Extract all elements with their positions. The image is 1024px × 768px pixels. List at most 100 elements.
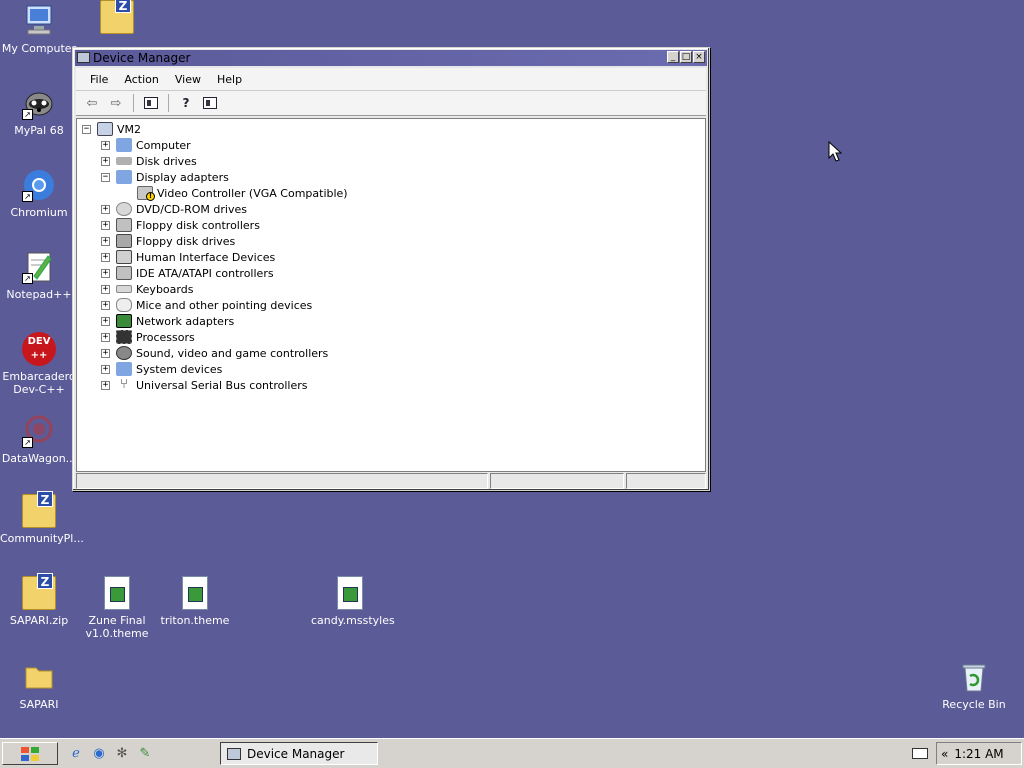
expand-icon[interactable]: + [101,252,110,262]
mouse-icon [116,298,132,312]
show-hide-console-tree-button[interactable] [141,94,161,112]
expand-icon[interactable]: + [101,380,110,390]
expand-icon[interactable]: + [101,284,110,294]
tree-item-system-devices[interactable]: + System devices [101,361,222,377]
clock-time: 1:21 AM [954,746,1004,761]
desktop-icon-label: Zune Final v1.0.theme [85,614,149,640]
desktop-icon-chromium[interactable]: ↗ Chromium [0,168,78,219]
tree-root-label: VM2 [117,122,142,136]
minimize-button[interactable]: _ [667,51,679,63]
device-manager-window[interactable]: Device Manager _ □ × File Action View He… [72,47,710,491]
status-pane-main [76,473,488,489]
devcpp-icon: DEV ++ [22,332,56,366]
desktop-icon-my-computer[interactable]: My Computer [0,4,78,55]
desktop-icon-communitypl[interactable]: Z CommunityPl... [0,491,84,545]
back-arrow-icon[interactable]: ⇦ [82,94,102,112]
keyboard-layout-icon[interactable] [912,748,928,759]
tree-item-floppy-drives[interactable]: + Floppy disk drives [101,233,235,249]
tree-item-network-adapters[interactable]: + Network adapters [101,313,234,329]
raccoon-quicklaunch-icon[interactable]: ✻ [114,746,130,762]
desktop-icon-devcpp[interactable]: DEV ++ Embarcadero Dev-C++ [0,332,78,396]
properties-icon [203,97,217,109]
desktop-icon-sapari-folder[interactable]: SAPARI [0,660,78,711]
expand-icon[interactable]: + [101,316,110,326]
tree-item-computer[interactable]: + Computer [101,137,191,153]
menu-action[interactable]: Action [116,73,166,86]
desktop-icon-zip-top[interactable]: Z [78,0,156,38]
window-title: Device Manager [93,51,191,65]
expand-icon[interactable]: + [101,236,110,246]
system-clock[interactable]: 1:21 AM [936,742,1022,765]
menu-view[interactable]: View [167,73,209,86]
maximize-button[interactable]: □ [680,51,692,63]
expand-icon[interactable]: + [101,300,110,310]
desktop-icon-notepadpp[interactable]: ↗ Notepad++ [0,250,78,301]
desktop-icon-triton-theme[interactable]: triton.theme [156,576,234,627]
browser-quicklaunch-icon[interactable]: ◉ [91,746,107,762]
menu-file[interactable]: File [82,73,116,86]
keyboard-icon [116,285,132,293]
tree-item-label: System devices [136,362,223,376]
expand-icon[interactable]: + [101,204,110,214]
expand-icon[interactable]: + [101,268,110,278]
shortcut-arrow-icon: ↗ [22,437,33,448]
taskbar-button-device-manager[interactable]: Device Manager [220,742,378,765]
expand-icon[interactable]: + [101,140,110,150]
tree-item-mice[interactable]: + Mice and other pointing devices [101,297,312,313]
computer-icon [22,4,56,38]
menu-help[interactable]: Help [209,73,250,86]
collapse-icon[interactable]: − [82,124,91,134]
shortcut-arrow-icon: ↗ [22,273,33,284]
desktop-icon-recycle-bin[interactable]: Recycle Bin [935,660,1013,711]
tree-item-display-adapters[interactable]: − Display adapters [101,169,229,185]
desktop-icon-sapari-zip[interactable]: Z SAPARI.zip [0,573,78,627]
expand-icon[interactable]: + [101,348,110,358]
expand-icon[interactable]: + [101,220,110,230]
tree-item-ide-controllers[interactable]: + IDE ATA/ATAPI controllers [101,265,274,281]
tree-root[interactable]: − VM2 [82,121,141,137]
console-tree-icon [144,97,158,109]
desktop-icon-label: My Computer [1,42,77,55]
tree-item-label: Human Interface Devices [136,250,276,264]
toolbar-separator [133,94,134,112]
status-pane-middle [490,473,624,489]
usb-icon: ⑂ [120,377,128,392]
desktop-icon-mypal[interactable]: ↗ MyPal 68 [0,86,78,137]
tree-item-label: Universal Serial Bus controllers [136,378,308,392]
tree-item-sound[interactable]: + Sound, video and game controllers [101,345,328,361]
internet-explorer-icon[interactable]: ℯ [68,746,84,762]
start-button[interactable] [2,742,58,765]
tree-item-keyboards[interactable]: + Keyboards [101,281,193,297]
notepad-quicklaunch-icon[interactable]: ✎ [137,746,153,762]
expand-icon[interactable]: + [101,364,110,374]
toolbar-separator [168,94,169,112]
tree-item-dvd-cdrom[interactable]: + DVD/CD-ROM drives [101,201,247,217]
forward-arrow-icon[interactable]: ⇨ [106,94,126,112]
tree-item-processors[interactable]: + Processors [101,329,195,345]
help-button[interactable]: ? [176,94,196,112]
help-icon: ? [182,96,190,110]
datawagon-icon: ↗ [22,414,56,448]
expand-icon[interactable]: + [101,156,110,166]
tree-item-video-controller[interactable]: ! Video Controller (VGA Compatible) [137,185,348,201]
window-titlebar[interactable]: Device Manager _ □ × [75,50,707,66]
device-tree[interactable]: − VM2 + Computer + Disk drives − Display… [76,118,706,472]
properties-button[interactable] [200,94,220,112]
close-button[interactable]: × [693,51,705,63]
collapse-icon[interactable]: − [101,172,110,182]
ide-controller-icon [116,266,132,280]
zip-folder-icon: Z [22,573,56,610]
network-adapter-icon [116,314,132,328]
tree-item-hid[interactable]: + Human Interface Devices [101,249,275,265]
tree-item-usb[interactable]: + ⑂ Universal Serial Bus controllers [101,377,307,393]
theme-file-icon [104,576,130,610]
desktop-icon-candy-msstyles[interactable]: candy.msstyles [311,576,395,627]
desktop-icon-zune-theme[interactable]: Zune Final v1.0.theme [78,576,156,640]
expand-icon[interactable]: + [101,332,110,342]
tree-item-disk-drives[interactable]: + Disk drives [101,153,197,169]
tree-item-label: Floppy disk drives [136,234,236,248]
desktop-icon-datawagon[interactable]: ↗ DataWagon... [0,414,78,465]
menu-bar: File Action View Help [76,68,706,90]
tree-item-floppy-controllers[interactable]: + Floppy disk controllers [101,217,260,233]
video-controller-warning-icon: ! [137,186,155,201]
